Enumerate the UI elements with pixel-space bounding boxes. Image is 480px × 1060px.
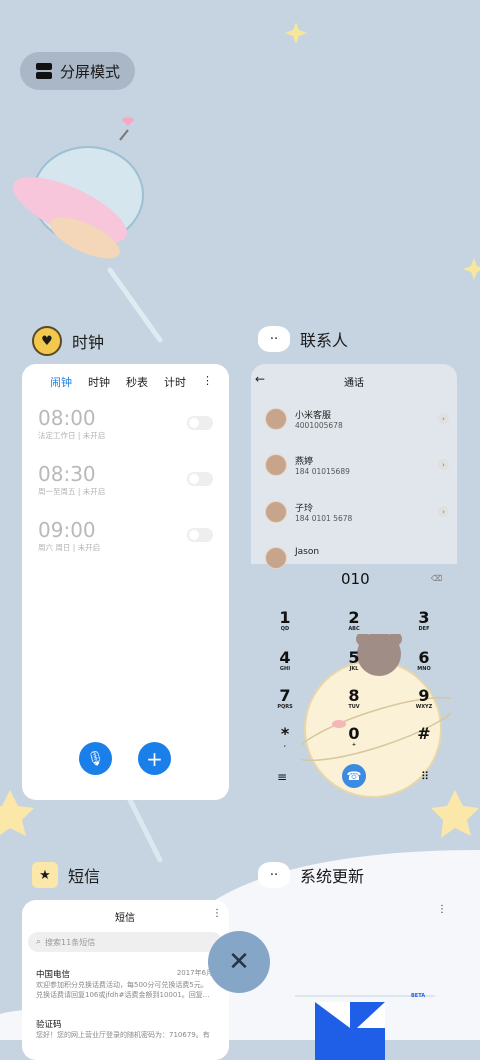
phone-icon: ☎ xyxy=(346,769,362,783)
keypad-toggle-icon[interactable]: ⠿ xyxy=(421,770,429,783)
avatar xyxy=(265,501,287,523)
alarm-toggle[interactable] xyxy=(187,528,213,542)
more-icon[interactable]: ⋮ xyxy=(437,904,447,915)
dial-key[interactable]: 4 GHI xyxy=(265,650,305,673)
dial-key[interactable]: 8 TUV xyxy=(334,688,374,711)
backspace-icon[interactable]: ⌫ xyxy=(431,574,442,583)
alarm-subtitle: 法定工作日 | 未开启 xyxy=(38,431,106,440)
alarm-toggle[interactable] xyxy=(187,416,213,430)
contact-number: 4001005678 xyxy=(295,421,343,430)
message-row[interactable]: 验证码 您好！您的网上营业厅登录的随机密码为：710679。有 xyxy=(36,1018,222,1040)
tab-alarm[interactable]: 闹钟 xyxy=(50,374,72,390)
alarm-item[interactable]: 08:30 周一至周五 | 未开启 xyxy=(22,456,229,512)
contact-row[interactable]: 小米客服 4001005678 xyxy=(265,408,343,430)
dial-key[interactable]: 6 MNO xyxy=(404,650,444,673)
sms-app-name: 短信 xyxy=(68,867,101,886)
contact-row[interactable]: 子玲 184 0101 5678 xyxy=(265,501,352,523)
app-label-update: ·· 系统更新 xyxy=(258,862,364,888)
search-placeholder: 搜索11条短信 xyxy=(45,937,96,947)
avatar xyxy=(265,454,287,476)
menu-icon[interactable]: ≡ xyxy=(277,770,287,784)
contacts-app-icon: ·· xyxy=(258,326,290,352)
contacts-recent-card[interactable]: ← 通话 小米客服 4001005678 › 燕婷 184 01015689 ›… xyxy=(251,364,457,800)
message-preview: 您好！您的网上营业厅登录的随机密码为：710679。有 xyxy=(36,1031,210,1039)
chevron-right-icon[interactable]: › xyxy=(438,459,449,470)
alarm-subtitle: 周六 周日 | 未开启 xyxy=(38,543,101,552)
clock-tabs: 闹钟 时钟 秒表 计时 ⋮ xyxy=(22,364,229,390)
sms-app-icon: ★ xyxy=(32,862,58,888)
dial-key[interactable]: 3 DEF xyxy=(404,610,444,633)
beta-badge: BETA xyxy=(411,993,426,999)
split-screen-label: 分屏模式 xyxy=(60,62,121,81)
dial-key[interactable]: 2 ABC xyxy=(334,610,374,633)
contact-name: 小米客服 xyxy=(295,411,332,421)
split-screen-icon xyxy=(36,63,52,79)
more-icon[interactable]: ⋮ xyxy=(212,908,222,919)
dial-key[interactable]: 0 + xyxy=(334,726,374,749)
dialpad: 010 ⌫ 1 QD 2 ABC 3 DEF 4 GHI 5 JKL 6 MNO 7 PQRS… xyxy=(251,564,457,800)
contact-number: 184 0101 5678 xyxy=(295,514,353,523)
back-arrow-icon[interactable]: ← xyxy=(255,372,265,386)
add-alarm-button[interactable]: + xyxy=(138,742,171,775)
sms-recent-card[interactable]: 短信 ⋮ ⌕ 搜索11条短信 中国电信 2017年6月30 欢迎参加积分兑换话费… xyxy=(22,900,229,1060)
dial-key[interactable]: 7 PQRS xyxy=(265,688,305,711)
sms-title: 短信 xyxy=(115,913,135,924)
update-recent-card[interactable]: ⋮ BETA xyxy=(251,900,460,1060)
plus-icon: + xyxy=(146,746,163,771)
contact-number: 184 01015689 xyxy=(295,467,350,476)
contact-name: 燕婷 xyxy=(295,457,314,467)
call-log-title: 通话 xyxy=(344,378,364,389)
chevron-right-icon[interactable]: › xyxy=(438,413,449,424)
more-icon[interactable]: ⋮ xyxy=(202,374,213,390)
alarm-subtitle: 周一至周五 | 未开启 xyxy=(38,487,106,496)
clock-app-icon: ♥ xyxy=(32,326,62,356)
tab-clock[interactable]: 时钟 xyxy=(88,374,110,390)
dial-key[interactable]: 1 QD xyxy=(265,610,305,633)
alarm-item[interactable]: 08:00 法定工作日 | 未开启 xyxy=(22,400,229,456)
alarm-toggle[interactable] xyxy=(187,472,213,486)
contact-row[interactable]: 燕婷 184 01015689 xyxy=(265,454,350,476)
update-app-icon: ·· xyxy=(258,862,290,888)
sms-search-input[interactable]: ⌕ 搜索11条短信 xyxy=(28,932,222,952)
clock-app-name: 时钟 xyxy=(72,333,105,352)
message-sender: 验证码 xyxy=(36,1020,62,1030)
message-row[interactable]: 中国电信 2017年6月30 欢迎参加积分兑换话费活动，每500分可兑换话费5元… xyxy=(36,968,222,1000)
close-icon: ✕ xyxy=(228,947,250,977)
tab-timer[interactable]: 计时 xyxy=(164,374,186,390)
call-button[interactable]: ☎ xyxy=(342,764,366,788)
update-app-name: 系统更新 xyxy=(300,867,365,886)
app-label-sms: ★ 短信 xyxy=(32,862,100,888)
dial-key[interactable]: *, xyxy=(265,726,305,749)
voice-alarm-button[interactable]: 🎙 xyxy=(79,742,112,775)
dial-key[interactable]: 5 JKL xyxy=(334,650,374,673)
app-label-contacts: ·· 联系人 xyxy=(258,326,348,352)
message-preview: 兑换话费请回复106或jfdh#话费金额到10001。回复... xyxy=(36,991,210,999)
app-label-clock: ♥ 时钟 xyxy=(32,326,104,356)
microphone-icon: 🎙 xyxy=(86,750,105,767)
tab-stopwatch[interactable]: 秒表 xyxy=(126,374,148,390)
contact-name: 子玲 xyxy=(295,504,314,514)
clear-all-button[interactable]: ✕ xyxy=(208,931,270,993)
alarm-item[interactable]: 09:00 周六 周日 | 未开启 xyxy=(22,512,229,568)
message-sender: 中国电信 xyxy=(36,970,71,980)
chevron-right-icon[interactable]: › xyxy=(438,506,449,517)
split-screen-button[interactable]: 分屏模式 xyxy=(20,52,135,90)
search-icon: ⌕ xyxy=(36,937,42,947)
dial-key[interactable]: 9 WXYZ xyxy=(404,688,444,711)
clock-recent-card[interactable]: 闹钟 时钟 秒表 计时 ⋮ 08:00 法定工作日 | 未开启 08:30 周一… xyxy=(22,364,229,800)
dial-key[interactable]: # xyxy=(404,726,444,742)
dial-input[interactable]: 010 xyxy=(341,570,370,588)
contact-name: Jason xyxy=(295,547,320,557)
message-preview: 欢迎参加积分兑换话费活动，每500分可兑换话费5元。 xyxy=(36,981,208,989)
avatar xyxy=(265,408,287,430)
contacts-app-name: 联系人 xyxy=(300,331,349,350)
